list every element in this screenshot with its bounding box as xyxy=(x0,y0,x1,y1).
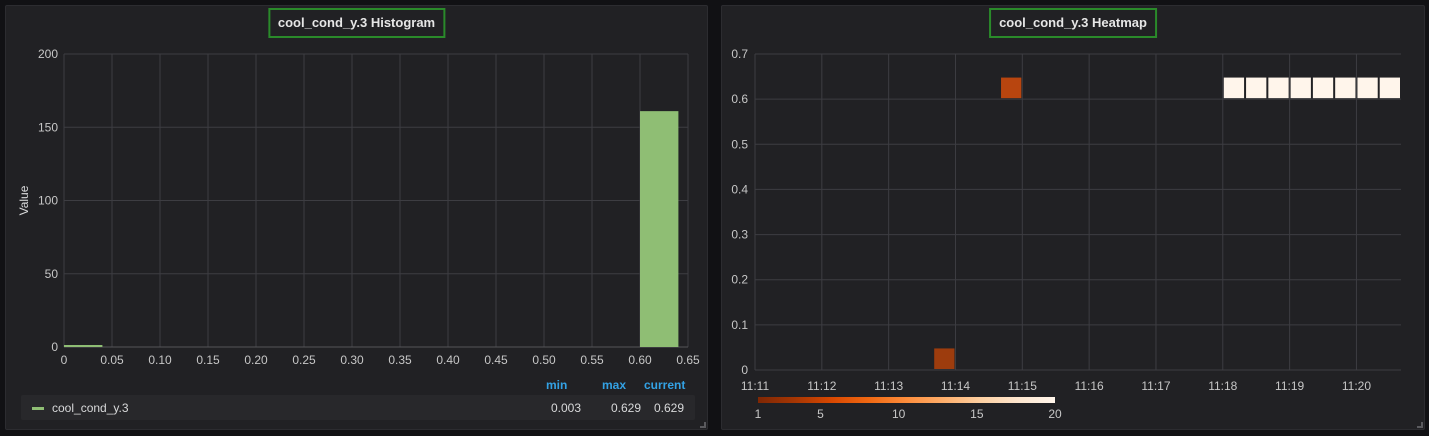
x-tick-label: 11:16 xyxy=(1075,379,1104,393)
x-tick-label: 0.10 xyxy=(148,353,172,367)
y-tick-label: 0.3 xyxy=(731,228,748,242)
heatmap-cell xyxy=(1312,77,1334,99)
y-tick-label: 50 xyxy=(45,267,59,281)
x-tick-label: 0.25 xyxy=(292,353,316,367)
heatmap-cell xyxy=(1357,77,1378,99)
x-tick-label: 0.60 xyxy=(628,353,652,367)
legend-series-name[interactable]: cool_cond_y.3 xyxy=(52,401,129,415)
x-tick-label: 0.65 xyxy=(676,353,700,367)
legend-header-max[interactable]: max xyxy=(602,378,626,392)
legend-value-min: 0.003 xyxy=(550,401,581,415)
y-tick-label: 100 xyxy=(38,194,58,208)
legend-row[interactable]: cool_cond_y.3 0.003 0.629 0.629 xyxy=(21,395,695,420)
y-tick-label: 0.4 xyxy=(731,182,748,196)
x-tick-label: 0.45 xyxy=(484,353,508,367)
color-scale-bar xyxy=(758,397,1055,403)
heatmap-chart: 11:11 11:12 11:13 11:14 11:15 11:16 11:17 11:18… xyxy=(731,47,1401,421)
y-tick-label: 0.6 xyxy=(731,92,748,106)
x-tick-label: 0.40 xyxy=(436,353,460,367)
x-tick-label: 0.20 xyxy=(244,353,268,367)
heatmap-cell xyxy=(1335,77,1356,99)
heatmap-cell xyxy=(1001,77,1022,99)
y-axis-label: Value xyxy=(17,185,31,215)
heatmap-cell xyxy=(1246,77,1267,99)
y-tick-label: 150 xyxy=(38,120,58,134)
y-tick-label: 0 xyxy=(51,340,58,354)
histogram-panel: cool_cond_y.3 Histogram 0 0.05 0.10 0.15 0.2… xyxy=(5,5,708,430)
y-tick-label: 0.7 xyxy=(731,47,748,61)
y-tick-label: 200 xyxy=(38,47,58,61)
x-tick-label: 11:20 xyxy=(1342,379,1371,393)
x-tick-label: 0.55 xyxy=(580,353,604,367)
x-tick-label: 0.05 xyxy=(100,353,124,367)
heatmap-cell xyxy=(1290,77,1311,99)
color-scale-tick-label: 15 xyxy=(970,407,984,421)
color-scale-tick-label: 10 xyxy=(892,407,906,421)
heatmap-panel: cool_cond_y.3 Heatmap 11:11 11:12 11:13 11:… xyxy=(721,5,1425,430)
legend-series-swatch xyxy=(32,407,44,410)
legend-value-max: 0.629 xyxy=(610,401,641,415)
x-tick-label: 11:15 xyxy=(1008,379,1037,393)
x-tick-label: 0.15 xyxy=(196,353,220,367)
y-tick-label: 0.2 xyxy=(731,273,748,287)
histogram-bar xyxy=(640,111,679,347)
heatmap-cell xyxy=(1223,77,1245,99)
x-tick-label: 11:12 xyxy=(807,379,836,393)
x-tick-label: 0.50 xyxy=(532,353,556,367)
legend-value-current: 0.629 xyxy=(653,401,684,415)
x-tick-label: 11:13 xyxy=(874,379,903,393)
legend-header-min[interactable]: min xyxy=(546,378,567,392)
y-tick-label: 0.5 xyxy=(731,137,748,151)
histogram-bar xyxy=(64,345,103,347)
x-tick-label: 11:17 xyxy=(1141,379,1170,393)
resize-handle[interactable] xyxy=(1417,422,1423,428)
y-tick-label: 0 xyxy=(741,363,748,377)
color-scale-tick-label: 1 xyxy=(755,407,762,421)
heatmap-cell xyxy=(1379,77,1400,99)
x-tick-label: 0.35 xyxy=(388,353,412,367)
color-scale-tick-label: 20 xyxy=(1048,407,1062,421)
x-tick-label: 11:14 xyxy=(941,379,970,393)
legend-header-current[interactable]: current xyxy=(644,378,685,392)
color-scale-tick-label: 5 xyxy=(817,407,824,421)
x-tick-label: 0.30 xyxy=(340,353,364,367)
heatmap-cell xyxy=(934,348,955,369)
resize-handle[interactable] xyxy=(700,422,706,428)
histogram-chart: 0 0.05 0.10 0.15 0.20 0.25 0.30 0.35 0.40 0.45 0.5… xyxy=(17,47,700,367)
y-tick-label: 0.1 xyxy=(731,318,748,332)
x-tick-label: 11:19 xyxy=(1275,379,1304,393)
x-tick-label: 0 xyxy=(61,353,68,367)
heatmap-cell xyxy=(1268,77,1289,99)
x-tick-label: 11:11 xyxy=(741,379,770,393)
x-tick-label: 11:18 xyxy=(1208,379,1237,393)
